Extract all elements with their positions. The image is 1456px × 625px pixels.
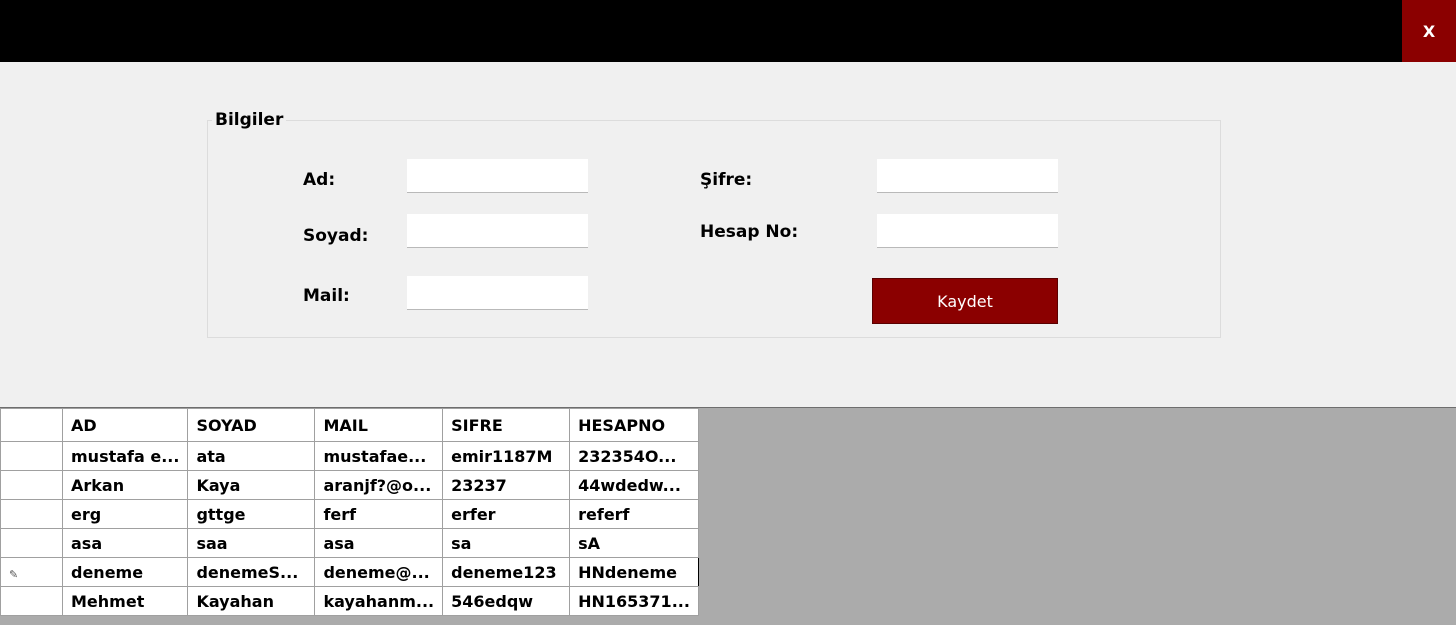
header-row: AD SOYAD MAIL SIFRE HESAPNO bbox=[0, 408, 699, 442]
cell-soyad[interactable]: Kaya bbox=[187, 470, 316, 500]
cell-sifre[interactable]: emir1187M bbox=[442, 441, 571, 471]
column-header-hesapno[interactable]: HESAPNO bbox=[569, 408, 699, 442]
hesapno-label: Hesap No: bbox=[700, 222, 799, 242]
ad-input[interactable] bbox=[407, 159, 588, 193]
cell-hesapno[interactable]: sA bbox=[569, 528, 699, 558]
table-row-editing[interactable]: ✎ deneme denemeS... deneme@... deneme123… bbox=[0, 557, 699, 587]
cell-ad[interactable]: mustafa e... bbox=[61, 441, 189, 471]
mail-input[interactable] bbox=[407, 276, 588, 310]
cell-soyad[interactable]: denemeS... bbox=[187, 557, 316, 587]
cell-ad[interactable]: asa bbox=[61, 528, 189, 558]
row-header-corner bbox=[0, 408, 63, 442]
cell-mail[interactable]: aranjf?@o... bbox=[314, 470, 444, 500]
row-header[interactable] bbox=[0, 470, 63, 500]
cell-sifre[interactable]: erfer bbox=[442, 499, 571, 529]
cell-hesapno[interactable]: 44wdedw... bbox=[569, 470, 699, 500]
ad-label: Ad: bbox=[303, 170, 336, 190]
hesapno-input[interactable] bbox=[877, 214, 1058, 248]
table-row[interactable]: Arkan Kaya aranjf?@o... 23237 44wdedw... bbox=[0, 470, 699, 500]
row-header[interactable] bbox=[0, 528, 63, 558]
cell-sifre[interactable]: 546edqw bbox=[442, 586, 571, 616]
cell-mail[interactable]: deneme@... bbox=[314, 557, 444, 587]
column-header-soyad[interactable]: SOYAD bbox=[187, 408, 316, 442]
cell-hesapno[interactable]: referf bbox=[569, 499, 699, 529]
mail-label: Mail: bbox=[303, 286, 350, 306]
users-datagrid[interactable]: AD SOYAD MAIL SIFRE HESAPNO mustafa e...… bbox=[0, 408, 699, 616]
table-row[interactable]: asa saa asa sa sA bbox=[0, 528, 699, 558]
column-header-mail[interactable]: MAIL bbox=[314, 408, 444, 442]
row-header[interactable] bbox=[0, 499, 63, 529]
title-bar: X bbox=[0, 0, 1456, 62]
row-header[interactable] bbox=[0, 586, 63, 616]
column-header-sifre[interactable]: SIFRE bbox=[442, 408, 571, 442]
soyad-input[interactable] bbox=[407, 214, 588, 248]
cell-mail[interactable]: ferf bbox=[314, 499, 444, 529]
save-button[interactable]: Kaydet bbox=[872, 278, 1058, 324]
row-header[interactable] bbox=[0, 441, 63, 471]
cell-sifre[interactable]: sa bbox=[442, 528, 571, 558]
table-row[interactable]: erg gttge ferf erfer referf bbox=[0, 499, 699, 529]
cell-mail[interactable]: mustafae... bbox=[314, 441, 444, 471]
soyad-label: Soyad: bbox=[303, 226, 369, 246]
cell-mail[interactable]: asa bbox=[314, 528, 444, 558]
cell-soyad[interactable]: ata bbox=[187, 441, 316, 471]
cell-soyad[interactable]: saa bbox=[187, 528, 316, 558]
cell-hesapno[interactable]: 232354O... bbox=[569, 441, 699, 471]
cell-mail[interactable]: kayahanm... bbox=[314, 586, 444, 616]
pencil-icon: ✎ bbox=[9, 567, 19, 581]
table-row[interactable]: Mehmet Kayahan kayahanm... 546edqw HN165… bbox=[0, 586, 699, 616]
row-header[interactable]: ✎ bbox=[0, 557, 63, 587]
table-row[interactable]: mustafa e... ata mustafae... emir1187M 2… bbox=[0, 441, 699, 471]
cell-ad[interactable]: deneme bbox=[61, 557, 189, 587]
cell-ad[interactable]: Arkan bbox=[61, 470, 189, 500]
groupbox-title: Bilgiler bbox=[212, 110, 287, 130]
cell-hesapno[interactable]: HN165371... bbox=[569, 586, 699, 616]
cell-sifre[interactable]: 23237 bbox=[442, 470, 571, 500]
cell-ad[interactable]: Mehmet bbox=[61, 586, 189, 616]
column-header-ad[interactable]: AD bbox=[61, 408, 189, 442]
cell-soyad[interactable]: gttge bbox=[187, 499, 316, 529]
close-button[interactable]: X bbox=[1402, 0, 1456, 62]
cell-sifre[interactable]: deneme123 bbox=[442, 557, 571, 587]
cell-ad[interactable]: erg bbox=[61, 499, 189, 529]
sifre-label: Şifre: bbox=[700, 170, 753, 190]
cell-soyad[interactable]: Kayahan bbox=[187, 586, 316, 616]
sifre-input[interactable] bbox=[877, 159, 1058, 193]
cell-hesapno[interactable]: HNdeneme bbox=[569, 557, 699, 587]
